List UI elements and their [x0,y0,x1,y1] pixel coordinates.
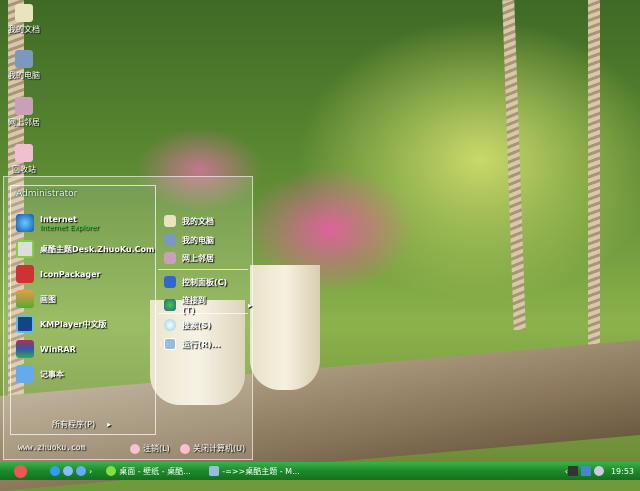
flower-cup [250,265,320,390]
desktop-icon-my-computer[interactable]: 我的电脑 [2,50,46,81]
arrow-right-icon: ▸ [107,420,112,429]
search-icon [164,319,176,331]
notepad-icon [16,365,34,383]
arrow-right-icon: ▸ [247,300,252,310]
run-icon [164,338,176,350]
menu-item-paint[interactable]: 画图 [16,290,56,308]
control-panel-icon [164,276,176,288]
menu-item-notepad[interactable]: 记事本 [16,365,64,383]
network-tray-icon[interactable] [580,466,591,476]
start-button[interactable] [14,464,30,478]
menu-item-kmplayer[interactable]: KMPlayer中文版 [16,315,107,333]
start-icon [14,464,27,478]
ie-icon[interactable] [50,466,60,476]
kmplayer-icon [16,315,34,333]
network-icon [15,97,33,115]
paint-icon [16,290,34,308]
network-icon [164,252,176,264]
recycle-bin-icon [15,144,33,162]
all-programs-button[interactable]: 所有程序(P) ▸ [52,419,111,430]
my-documents-icon [15,4,33,22]
my-computer-icon [15,50,33,68]
volume-icon[interactable] [593,466,604,476]
my-computer-icon [164,234,176,246]
connect-icon [164,299,176,311]
menu-item-network[interactable]: 网上邻居 [164,252,214,264]
divider [158,269,248,270]
swing-rope [502,0,526,331]
menu-item-control-panel[interactable]: 控制面板(C) [164,276,227,288]
iconpackager-icon [16,265,34,283]
my-documents-icon [164,215,176,227]
menu-item-run[interactable]: 运行(R)... [164,338,221,350]
taskbar: › 桌面 - 壁纸 - 桌酷... -=>>桌酷主题 - M... ‹ 19:5… [0,462,640,480]
clock[interactable]: 19:53 [611,467,634,476]
desktop-icon-recycle-bin[interactable]: 回收站 [2,144,46,175]
browser-icon [106,466,117,476]
winrar-icon [16,340,34,358]
window-icon [209,466,220,476]
desktop-icon-network[interactable]: 网上邻居 [2,97,46,128]
logoff-icon [130,443,140,454]
desktop-icon-my-documents[interactable]: 我的文档 [2,4,46,35]
menu-item-zhuoku[interactable]: 桌酷主题Desk.ZhuoKu.Com [16,240,154,258]
chevron-icon[interactable]: › [89,467,92,476]
menu-item-search[interactable]: 搜索(S) [164,319,211,331]
start-menu: Administrator Internet Internet Explorer … [3,176,253,460]
task-button[interactable]: 桌面 - 壁纸 - 桌酷... [106,466,201,477]
menu-item-my-documents[interactable]: 我的文档 [164,215,214,227]
divider [158,313,248,314]
task-button[interactable]: -=>>桌酷主题 - M... [209,466,319,477]
logoff-button[interactable]: 注销(L) [130,443,170,454]
website-label: www.zhuoku.com [18,443,86,452]
monitor-icon[interactable] [567,466,578,476]
zhuoku-icon [16,240,34,258]
quick-launch: › [50,466,92,476]
shutdown-button[interactable]: 关闭计算机(U) [180,443,245,454]
swing-rope [588,0,600,360]
desktop-icon[interactable] [76,466,86,476]
menu-item-winrar[interactable]: WinRAR [16,340,76,358]
ie-icon [16,214,34,232]
menu-item-connect-to[interactable]: 连接到(T) ▸ [164,295,252,315]
shutdown-icon [180,443,190,454]
menu-item-my-computer[interactable]: 我的电脑 [164,234,214,246]
menu-item-internet[interactable]: Internet Internet Explorer [16,214,99,232]
media-icon[interactable] [63,466,73,476]
system-tray: ‹ 19:53 [565,466,634,476]
menu-item-iconpackager[interactable]: IconPackager [16,265,101,283]
user-name: Administrator [16,189,78,199]
